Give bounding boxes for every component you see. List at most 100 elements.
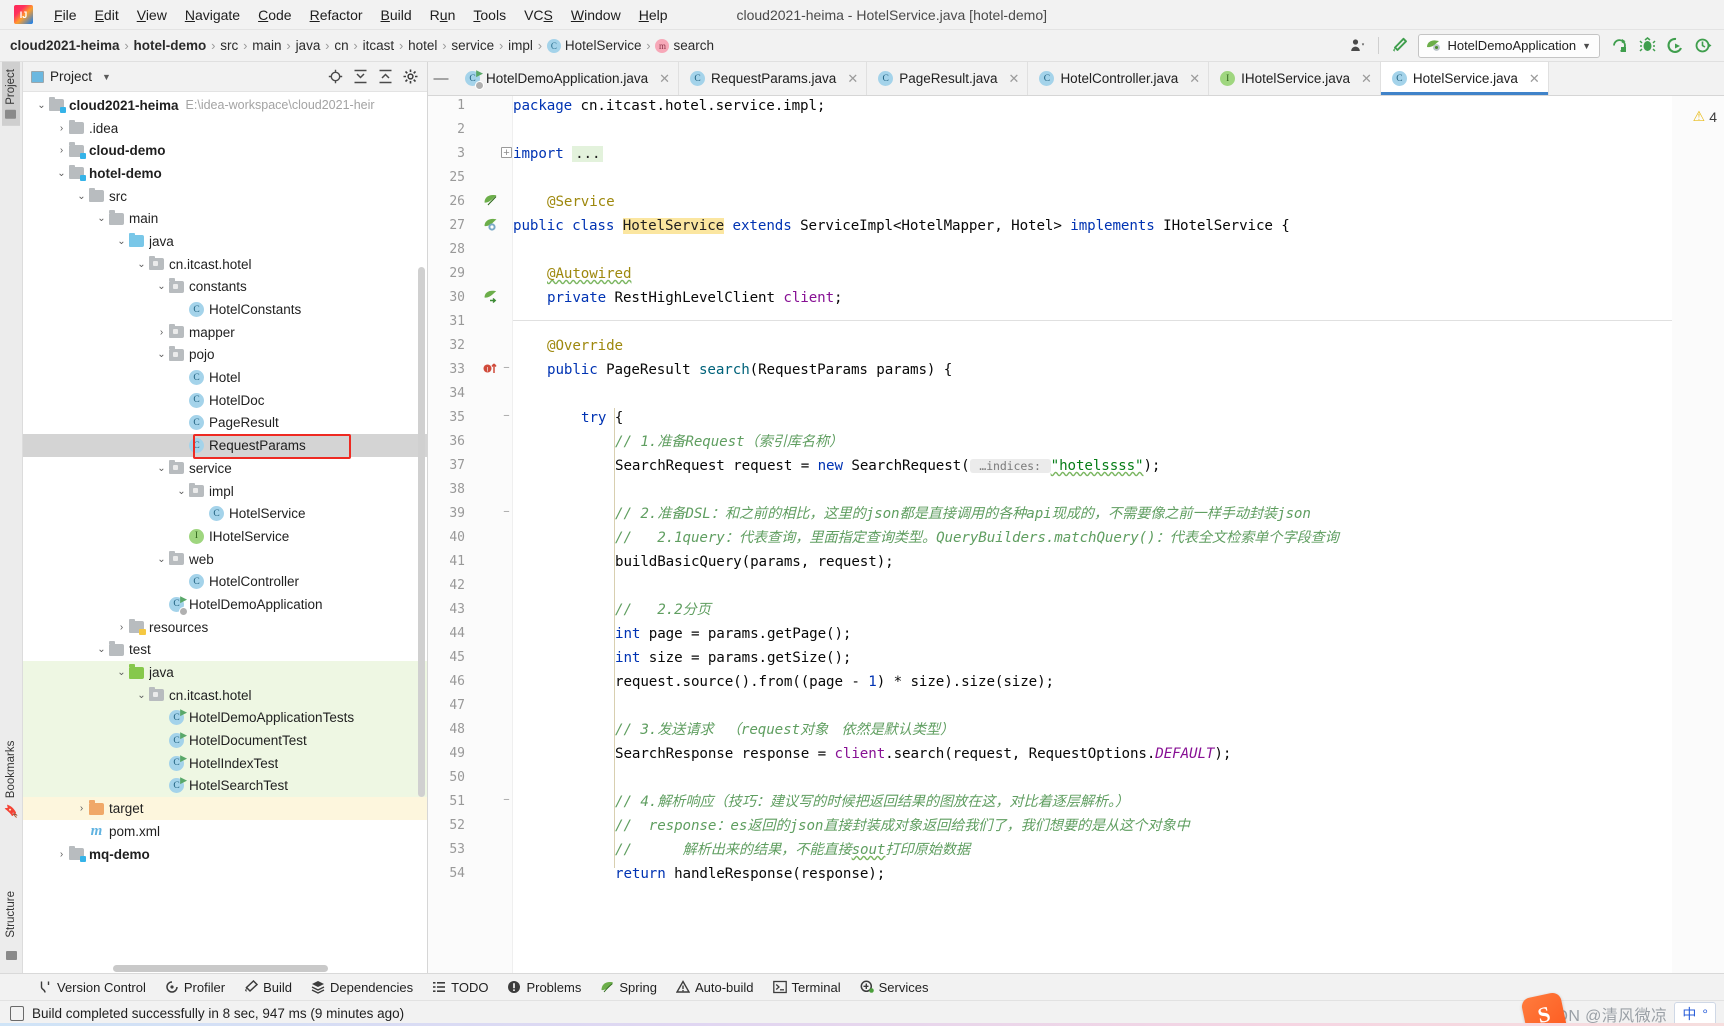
tree-item-resources[interactable]: › resources [23, 616, 427, 639]
chevron-down-icon[interactable]: ⌄ [135, 690, 148, 701]
close-icon[interactable]: ✕ [847, 71, 858, 87]
run-configuration-selector[interactable]: HotelDemoApplication ▼ [1418, 33, 1600, 58]
vertical-scrollbar[interactable] [418, 267, 425, 797]
chevron-down-icon[interactable]: ⌄ [115, 667, 128, 678]
menu-build[interactable]: Build [372, 4, 421, 26]
hide-tabs-icon[interactable]: — [428, 62, 454, 95]
chevron-down-icon[interactable]: ⌄ [55, 168, 68, 179]
tree-item-constants[interactable]: ⌄ constants [23, 276, 427, 299]
breadcrumb-item-search[interactable]: m search [655, 38, 714, 53]
chevron-down-icon[interactable]: ▼ [102, 72, 111, 82]
tree-item-pojo[interactable]: ⌄ pojo [23, 344, 427, 367]
tree-item-hotel-demo[interactable]: ⌄ hotel-demo [23, 162, 427, 185]
chevron-right-icon[interactable]: › [55, 123, 68, 134]
breadcrumb-item-cloud2021-heima[interactable]: cloud2021-heima [10, 38, 120, 53]
tree-item-hoteldoc[interactable]: C HotelDoc [23, 389, 427, 412]
close-icon[interactable]: ✕ [1361, 71, 1372, 87]
project-tree[interactable]: ⌄ cloud2021-heima E:\idea-workspace\cloud2… [23, 92, 427, 973]
tree-item-service[interactable]: ⌄ service [23, 457, 427, 480]
chevron-down-icon[interactable]: ⌄ [155, 554, 168, 565]
breadcrumb-item-hotel[interactable]: hotel [408, 38, 437, 53]
breadcrumb-item-itcast[interactable]: itcast [363, 38, 395, 53]
breadcrumb-item-java[interactable]: java [296, 38, 321, 53]
menu-window[interactable]: Window [562, 4, 630, 26]
editor-right-gutter[interactable]: ⚠ 4 [1672, 96, 1724, 973]
bottom-tab-profiler[interactable]: Profiler [157, 977, 233, 998]
chevron-down-icon[interactable]: ⌄ [95, 644, 108, 655]
chevron-right-icon[interactable]: › [55, 145, 68, 156]
fold-collapse-icon[interactable]: − [501, 363, 512, 374]
chevron-down-icon[interactable]: ⌄ [155, 281, 168, 292]
strip-tab-structure[interactable]: Structure [2, 884, 20, 945]
chevron-right-icon[interactable]: › [55, 849, 68, 860]
tree-item-mapper[interactable]: › mapper [23, 321, 427, 344]
tree-item-hotel[interactable]: C Hotel [23, 366, 427, 389]
chevron-down-icon[interactable]: ⌄ [95, 213, 108, 224]
spring-class-gutter-icon[interactable] [483, 217, 499, 233]
menu-navigate[interactable]: Navigate [176, 4, 249, 26]
tree-item-main[interactable]: ⌄ main [23, 207, 427, 230]
editor-tab-hotelcontroller-java[interactable]: C HotelController.java ✕ [1028, 62, 1210, 95]
breadcrumb-item-hotelservice[interactable]: C HotelService [546, 38, 641, 53]
menu-edit[interactable]: Edit [86, 4, 128, 26]
chevron-down-icon[interactable]: ⌄ [35, 100, 48, 111]
bottom-tab-dependencies[interactable]: Dependencies [303, 977, 421, 998]
bottom-tab-build[interactable]: Build [236, 977, 300, 998]
strip-tab-project[interactable]: Project [2, 62, 20, 126]
chevron-down-icon[interactable]: ⌄ [175, 486, 188, 497]
menu-run[interactable]: Run [421, 4, 465, 26]
tree-item-cn-itcast-hotel[interactable]: ⌄ cn.itcast.hotel [23, 253, 427, 276]
tree-item-hotelservice[interactable]: C HotelService [23, 502, 427, 525]
implementing-method-gutter-icon[interactable]: I [483, 361, 499, 377]
tree-item-cn-itcast-hotel[interactable]: ⌄ cn.itcast.hotel [23, 683, 427, 707]
chevron-down-icon[interactable]: ⌄ [155, 463, 168, 474]
chevron-down-icon[interactable]: ⌄ [75, 191, 88, 202]
tree-item-src[interactable]: ⌄ src [23, 185, 427, 208]
close-icon[interactable]: ✕ [1189, 71, 1200, 87]
chevron-right-icon[interactable]: › [75, 803, 88, 814]
build-hammer-icon[interactable] [1386, 34, 1412, 58]
profile-icon[interactable] [1690, 34, 1716, 58]
editor-tab-requestparams-java[interactable]: C RequestParams.java ✕ [679, 62, 868, 95]
strip-tab-bookmarks[interactable]: 🔖 Bookmarks [1, 734, 21, 825]
strip-bottom-icon[interactable] [3, 944, 20, 967]
tree-item-hotelindextest[interactable]: C ▶ HotelIndexTest [23, 751, 427, 775]
bottom-tab-version-control[interactable]: Version Control [30, 977, 154, 998]
breadcrumb-item-src[interactable]: src [220, 38, 238, 53]
tree-item-hotelconstants[interactable]: C HotelConstants [23, 298, 427, 321]
tree-item-test[interactable]: ⌄ test [23, 639, 427, 662]
bottom-tab-services[interactable]: Services [852, 977, 937, 998]
warning-indicator[interactable]: ⚠ 4 [1693, 108, 1717, 125]
chevron-right-icon[interactable]: › [115, 622, 128, 633]
run-icon[interactable] [1606, 34, 1632, 58]
autowired-bean-gutter-icon[interactable] [483, 289, 499, 305]
code-pane[interactable]: package cn.itcast.hotel.service.impl; imp… [513, 96, 1672, 973]
menu-file[interactable]: File [45, 4, 86, 26]
editor-tab-pageresult-java[interactable]: C PageResult.java ✕ [867, 62, 1029, 95]
spring-bean-icon[interactable] [483, 193, 499, 209]
chevron-down-icon[interactable]: ⌄ [155, 349, 168, 360]
debug-icon[interactable] [1634, 34, 1660, 58]
menu-tools[interactable]: Tools [464, 4, 515, 26]
editor-tab-hotelservice-java[interactable]: C HotelService.java ✕ [1380, 62, 1549, 95]
editor-tab-hoteldemoapplication-java[interactable]: C ▶ HotelDemoApplication.java ✕ [454, 62, 679, 95]
breadcrumb-item-cn[interactable]: cn [334, 38, 348, 53]
ime-indicator[interactable]: 中 ° [1674, 1001, 1716, 1026]
menu-help[interactable]: Help [630, 4, 677, 26]
tree-item-requestparams[interactable]: C RequestParams [23, 434, 427, 457]
settings-gear-icon[interactable] [399, 66, 421, 88]
tree-item-impl[interactable]: ⌄ impl [23, 480, 427, 503]
tree-item-ihotelservice[interactable]: I IHotelService [23, 525, 427, 548]
tree-item-mq-demo[interactable]: › mq-demo [23, 843, 427, 866]
close-icon[interactable]: ✕ [659, 71, 670, 87]
fold-collapse-icon[interactable]: − [501, 795, 512, 806]
bottom-tab-problems[interactable]: Problems [499, 977, 589, 998]
bottom-tab-todo[interactable]: TODO [424, 977, 496, 998]
tree-item-hoteldemoapplication[interactable]: C ▶ HotelDemoApplication [23, 593, 427, 616]
tree-item-cloud2021-heima[interactable]: ⌄ cloud2021-heima E:\idea-workspace\cloud2… [23, 94, 427, 117]
tree-item-cloud-demo[interactable]: › cloud-demo [23, 139, 427, 162]
chevron-down-icon[interactable]: ⌄ [135, 259, 148, 270]
expand-all-icon[interactable] [349, 66, 371, 88]
editor-tab-ihotelservice-java[interactable]: I IHotelService.java ✕ [1209, 62, 1381, 95]
menu-refactor[interactable]: Refactor [301, 4, 372, 26]
